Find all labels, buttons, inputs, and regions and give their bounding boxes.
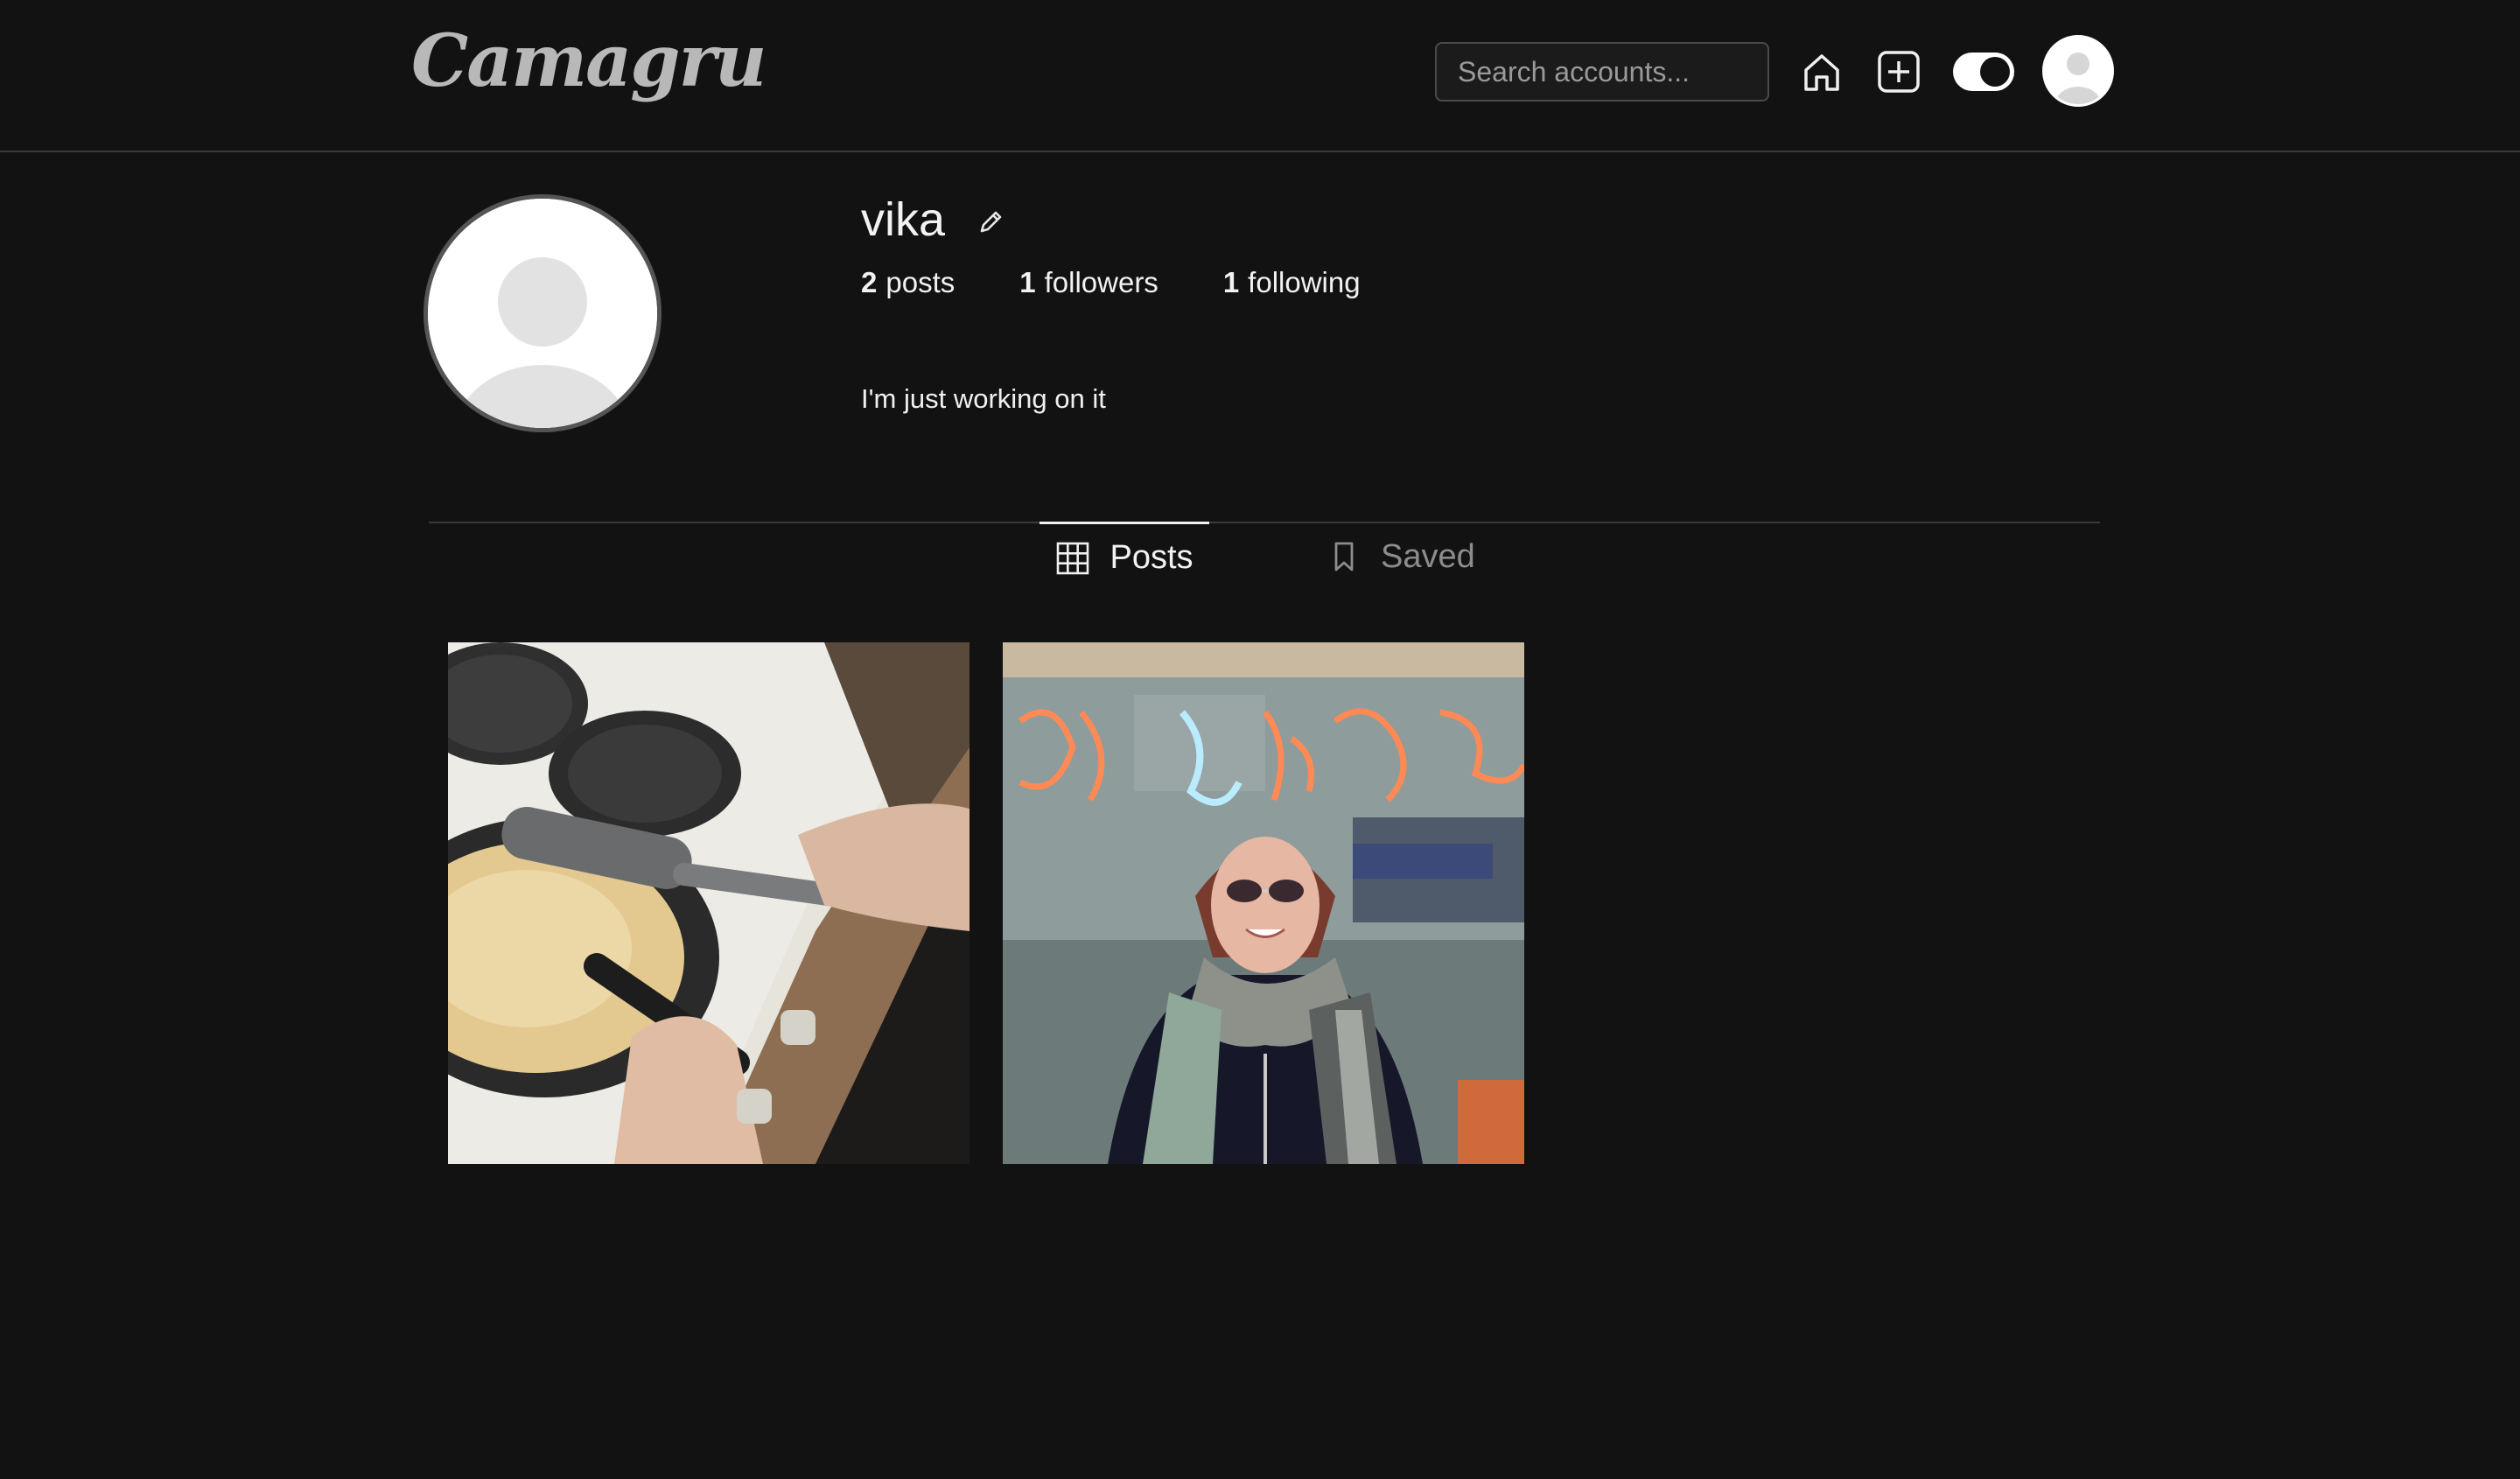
pancake-pan-photo	[448, 642, 970, 1164]
followers-count: 1	[1019, 266, 1036, 298]
woman-scarf-neon-photo	[1003, 642, 1524, 1164]
post-thumbnail[interactable]	[448, 642, 970, 1164]
theme-toggle[interactable]	[1953, 53, 2014, 91]
posts-label: posts	[886, 266, 956, 298]
profile-stats: 2 posts 1 followers 1 following	[861, 266, 1425, 299]
profile-username: vika	[861, 193, 946, 246]
profile-bio: I'm just working on it	[861, 383, 1106, 414]
home-icon[interactable]	[1797, 47, 1846, 96]
stat-followers[interactable]: 1 followers	[1019, 266, 1158, 299]
tab-saved-label: Saved	[1381, 537, 1475, 575]
stat-posts[interactable]: 2 posts	[861, 266, 955, 299]
bookmark-icon	[1334, 542, 1354, 571]
add-post-icon[interactable]	[1874, 47, 1923, 96]
tab-posts-label: Posts	[1110, 539, 1194, 576]
posts-count: 2	[861, 266, 878, 298]
tab-saved[interactable]: Saved	[1326, 522, 1484, 592]
following-label: following	[1248, 266, 1361, 298]
grid-icon	[1057, 542, 1089, 574]
stat-following[interactable]: 1 following	[1223, 266, 1361, 299]
app-logo[interactable]: Camagru	[411, 19, 766, 103]
followers-label: followers	[1044, 266, 1158, 298]
edit-pencil-icon[interactable]	[973, 205, 1008, 240]
tab-posts[interactable]: Posts	[1040, 522, 1209, 592]
top-nav-bar: Camagru	[0, 0, 2520, 152]
following-count: 1	[1222, 266, 1240, 298]
user-placeholder-icon	[428, 199, 657, 428]
toggle-knob	[1980, 57, 2010, 87]
post-thumbnail[interactable]	[1003, 642, 1524, 1164]
tabs-divider	[429, 522, 2100, 523]
user-placeholder-icon	[2045, 38, 2111, 104]
nav-avatar[interactable]	[2042, 35, 2114, 107]
profile-avatar	[424, 194, 662, 432]
search-input[interactable]	[1435, 42, 1769, 102]
